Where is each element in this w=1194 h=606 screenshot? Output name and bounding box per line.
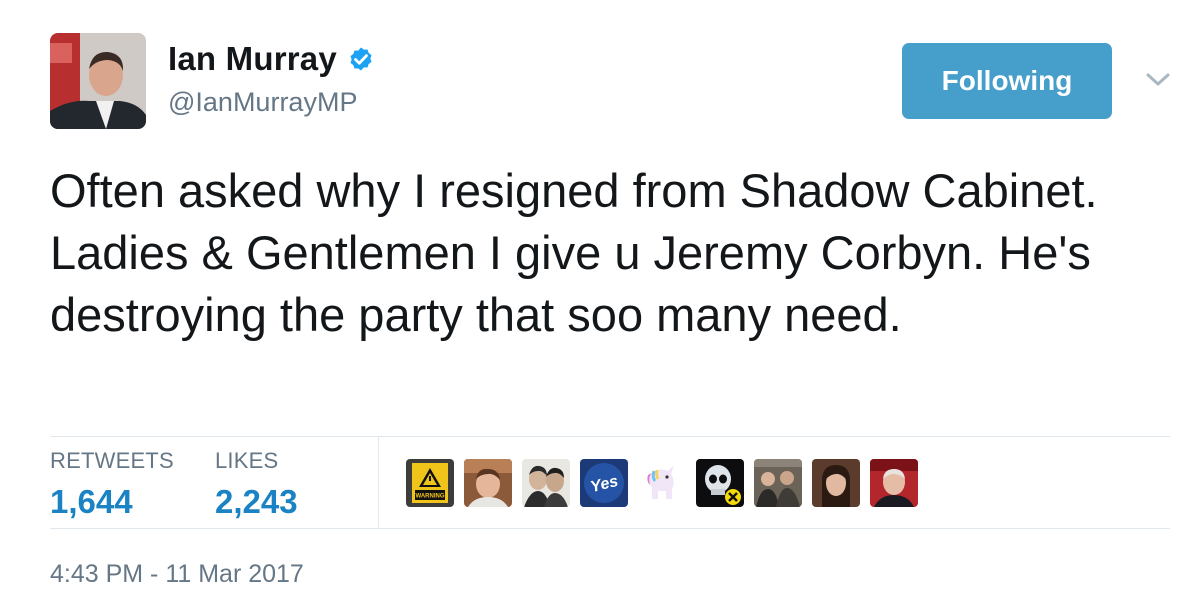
liker-avatar-warning-sign[interactable]: WARNING [406, 459, 454, 507]
chevron-down-icon[interactable] [1145, 70, 1171, 90]
liker-avatar-cartoon-pair[interactable] [522, 459, 570, 507]
stats-vertical-divider [378, 436, 379, 528]
tweet-timestamp[interactable]: 4:43 PM - 11 Mar 2017 [50, 560, 304, 589]
verified-badge-icon [346, 44, 376, 74]
liker-avatar-unicorn[interactable] [638, 459, 686, 507]
liker-avatar-group-photo[interactable] [754, 459, 802, 507]
stats-top-divider [50, 436, 1170, 437]
retweets-stat[interactable]: RETWEETS 1,644 [50, 448, 174, 521]
author-handle[interactable]: @IanMurrayMP [168, 87, 357, 118]
likes-count[interactable]: 2,243 [215, 483, 298, 521]
liker-avatar-yes-campaign[interactable]: Yes [580, 459, 628, 507]
liker-avatar-skull-snp[interactable] [696, 459, 744, 507]
author-name-row[interactable]: Ian Murray [168, 40, 376, 78]
tweet-text: Often asked why I resigned from Shadow C… [50, 164, 1098, 341]
stats-bottom-divider [50, 528, 1170, 529]
author-avatar[interactable] [50, 33, 146, 129]
following-button[interactable]: Following [902, 43, 1112, 119]
author-photo [50, 33, 146, 129]
likes-label: LIKES [215, 448, 279, 473]
likers-avatar-row: WARNING Yes [406, 459, 918, 507]
warning-caption: WARNING [416, 494, 445, 500]
liker-avatar-woman-portrait[interactable] [812, 459, 860, 507]
retweets-count[interactable]: 1,644 [50, 483, 174, 521]
retweets-label: RETWEETS [50, 448, 174, 473]
liker-avatar-man-red-background[interactable] [870, 459, 918, 507]
author-display-name[interactable]: Ian Murray [168, 40, 337, 78]
likes-stat[interactable]: LIKES 2,243 [215, 448, 298, 521]
liker-avatar-man-photo[interactable] [464, 459, 512, 507]
